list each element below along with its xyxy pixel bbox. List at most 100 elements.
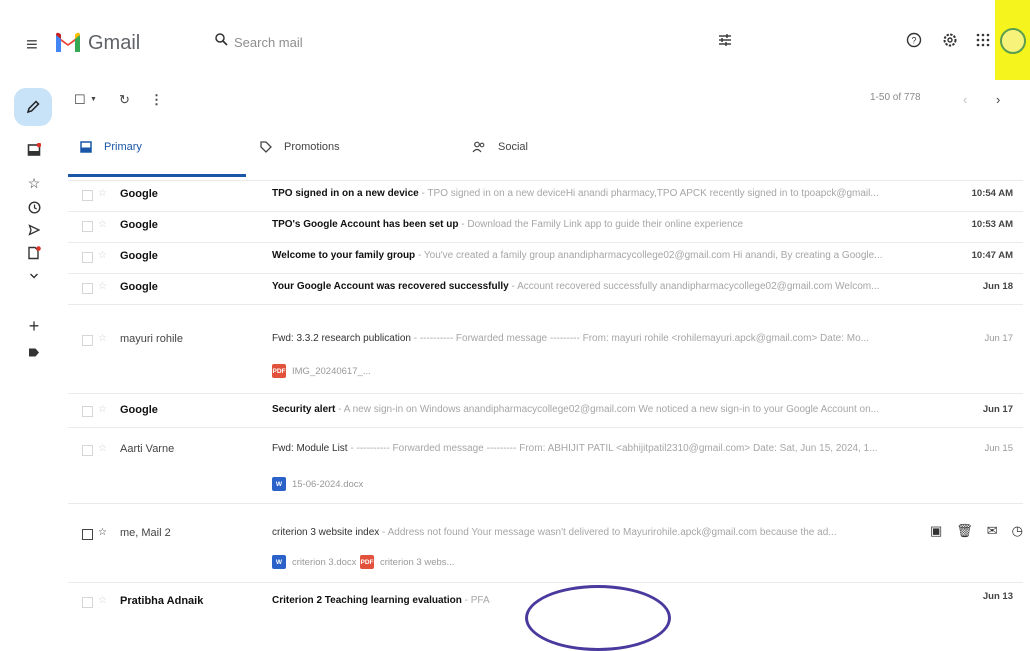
row-hover-actions: ▣ 🗑 ✉ ◷ — [930, 523, 1023, 539]
star-icon[interactable]: ☆ — [98, 188, 107, 199]
brand-name: Gmail — [88, 32, 141, 54]
email-snippet: - TPO signed in on a new deviceHi anandi… — [418, 188, 879, 199]
row-checkbox[interactable] — [82, 529, 93, 540]
email-sender: Google — [120, 281, 158, 293]
starred-icon[interactable]: ☆ — [26, 175, 42, 191]
tab-social-label: Social — [498, 141, 528, 153]
email-snippet: - Address not found Your message wasn't … — [379, 527, 837, 538]
star-icon[interactable]: ☆ — [98, 404, 107, 415]
email-sender: mayuri rohile — [120, 333, 183, 345]
sent-icon[interactable] — [26, 222, 42, 238]
email-date: Jun 13 — [982, 591, 1013, 602]
help-icon[interactable]: ? — [906, 32, 922, 48]
snoozed-clock-icon[interactable] — [26, 199, 42, 215]
email-snippet: - ---------- Forwarded message ---------… — [347, 443, 878, 454]
gmail-logo[interactable] — [54, 30, 82, 54]
more-options-icon[interactable]: ⋮ — [150, 92, 163, 108]
row-checkbox[interactable] — [82, 597, 93, 608]
main-menu-icon[interactable]: ≡ — [26, 34, 38, 57]
divider — [68, 503, 1023, 504]
attachment-name: criterion 3 webs... — [380, 556, 455, 568]
email-snippet: - PFA — [461, 595, 490, 606]
row-checkbox[interactable] — [82, 283, 93, 294]
tab-promotions[interactable]: Promotions — [260, 141, 340, 153]
drafts-icon[interactable] — [26, 245, 42, 261]
search-input[interactable] — [232, 34, 666, 51]
mark-unread-icon[interactable]: ✉ — [987, 523, 998, 539]
older-page-chevron-right-icon[interactable]: › — [996, 92, 1000, 107]
more-chevron-down-icon[interactable] — [26, 268, 42, 284]
email-date: 10:47 AM — [971, 250, 1013, 261]
add-label-plus-icon[interactable]: + — [26, 316, 42, 336]
email-date: 10:54 AM — [971, 188, 1013, 199]
tag-icon — [260, 141, 272, 153]
divider — [68, 427, 1023, 428]
email-date: Jun 18 — [982, 281, 1013, 292]
account-avatar[interactable] — [1000, 28, 1026, 54]
attachment-chip[interactable]: W criterion 3.docx — [272, 553, 356, 571]
snooze-clock-icon[interactable]: ◷ — [1012, 523, 1023, 539]
star-icon[interactable]: ☆ — [98, 443, 107, 454]
attachment-chip[interactable]: PDF IMG_20240617_... — [272, 362, 371, 380]
delete-trash-icon[interactable]: 🗑 — [956, 523, 973, 539]
star-icon[interactable]: ☆ — [98, 333, 107, 344]
email-date: Jun 17 — [982, 404, 1013, 415]
star-icon[interactable]: ☆ — [98, 527, 107, 538]
email-preview: Your Google Account was recovered succes… — [272, 281, 948, 292]
email-row[interactable]: ☆ Google Welcome to your family group - … — [68, 243, 1023, 273]
tab-primary[interactable]: Primary — [80, 141, 142, 153]
email-row-hovered[interactable]: ☆ me, Mail 2 criterion 3 website index -… — [68, 520, 1023, 550]
email-preview: TPO signed in on a new device - TPO sign… — [272, 188, 948, 199]
star-icon[interactable]: ☆ — [98, 250, 107, 261]
star-icon[interactable]: ☆ — [98, 219, 107, 230]
compose-button[interactable] — [14, 88, 52, 126]
email-row[interactable]: ☆ Google Your Google Account was recover… — [68, 274, 1023, 304]
row-checkbox[interactable] — [82, 221, 93, 232]
email-row[interactable]: ☆ mayuri rohile Fwd: 3.3.2 research publ… — [68, 326, 1023, 356]
pdf-file-icon: PDF — [360, 555, 374, 569]
pencil-icon — [26, 100, 40, 114]
search-options-icon[interactable] — [718, 33, 732, 47]
email-subject: Welcome to your family group — [272, 250, 416, 261]
email-row[interactable]: ☆ Google TPO signed in on a new device -… — [68, 181, 1023, 211]
star-icon[interactable]: ☆ — [98, 281, 107, 292]
newer-page-chevron-left-icon[interactable]: ‹ — [963, 92, 967, 107]
email-row[interactable]: ☆ Aarti Varne Fwd: Module List - -------… — [68, 436, 1023, 466]
tab-social[interactable]: Social — [472, 141, 528, 153]
select-all-checkbox[interactable]: ☐ — [74, 92, 86, 108]
account-highlight — [995, 0, 1030, 80]
email-preview: Fwd: 3.3.2 research publication - ------… — [272, 333, 948, 344]
settings-gear-icon[interactable] — [942, 32, 958, 48]
email-sender: Google — [120, 219, 158, 231]
select-dropdown-caret-icon[interactable]: ▼ — [90, 96, 97, 103]
tab-promotions-label: Promotions — [284, 141, 340, 153]
email-preview: Welcome to your family group - You've cr… — [272, 250, 948, 261]
row-checkbox[interactable] — [82, 190, 93, 201]
attachment-chip[interactable]: PDF criterion 3 webs... — [360, 553, 454, 571]
archive-icon[interactable]: ▣ — [930, 523, 942, 539]
refresh-icon[interactable]: ↻ — [119, 92, 130, 108]
tab-primary-label: Primary — [104, 141, 142, 153]
pdf-file-icon: PDF — [272, 364, 286, 378]
email-row[interactable]: ☆ Google Security alert - A new sign-in … — [68, 397, 1023, 427]
email-date: 10:53 AM — [971, 219, 1013, 230]
inbox-icon[interactable] — [26, 142, 42, 158]
email-preview: criterion 3 website index - Address not … — [272, 527, 922, 538]
row-checkbox[interactable] — [82, 252, 93, 263]
google-apps-icon[interactable] — [976, 33, 990, 47]
star-icon[interactable]: ☆ — [98, 595, 107, 606]
email-sender: Google — [120, 404, 158, 416]
attachment-chip[interactable]: W 15-06-2024.docx — [272, 475, 363, 493]
row-checkbox[interactable] — [82, 406, 93, 417]
email-subject: Criterion 2 Teaching learning evaluation — [272, 595, 462, 606]
row-checkbox[interactable] — [82, 335, 93, 346]
attachment-name: criterion 3.docx — [292, 556, 357, 568]
label-icon[interactable] — [26, 344, 42, 360]
row-checkbox[interactable] — [82, 445, 93, 456]
inbox-icon — [80, 141, 92, 153]
email-sender: Google — [120, 250, 158, 262]
people-icon — [472, 141, 485, 153]
email-row[interactable]: ☆ Google TPO's Google Account has been s… — [68, 212, 1023, 242]
search-icon[interactable] — [215, 33, 228, 46]
divider — [68, 393, 1023, 394]
